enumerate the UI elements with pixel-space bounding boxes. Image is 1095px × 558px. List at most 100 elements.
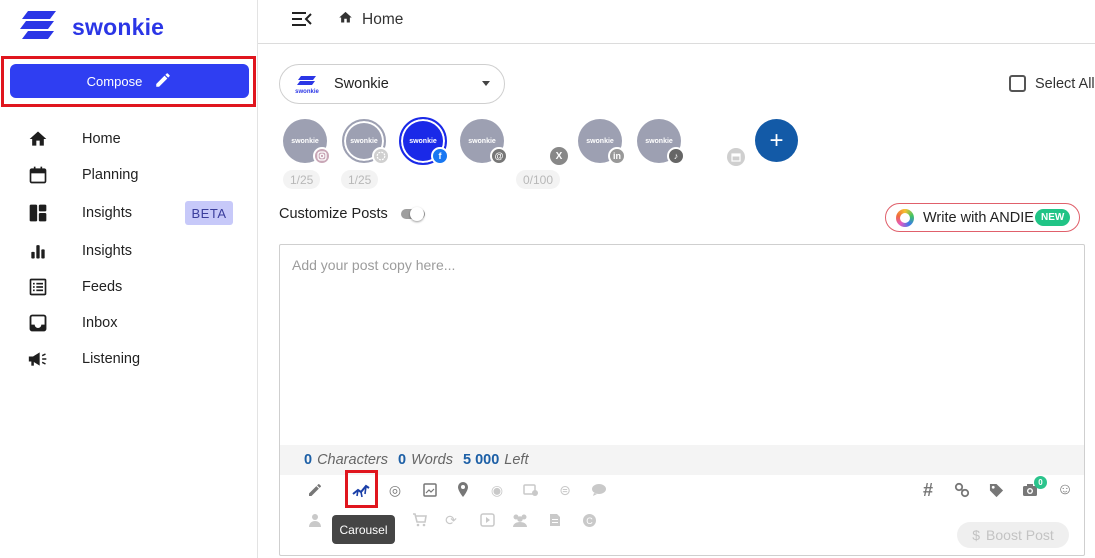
brand-selector-logo-text: swonkie — [295, 89, 319, 94]
video-icon[interactable] — [478, 511, 496, 529]
tiktok-icon: ♪ — [667, 147, 685, 165]
tag-icon[interactable] — [987, 481, 1005, 499]
account-avatar-linkedin[interactable]: swonkie in — [578, 119, 626, 165]
account-counter: 1/25 — [341, 170, 379, 189]
select-all-label: Select All — [1035, 75, 1095, 92]
user-icon[interactable] — [306, 511, 324, 529]
account-avatar-facebook[interactable]: swonkie f — [399, 117, 449, 165]
andie-ai-icon — [896, 209, 914, 227]
new-badge: NEW — [1035, 209, 1071, 226]
account-name: swonkie — [468, 137, 496, 145]
refresh-icon[interactable]: ⟳ — [442, 511, 460, 529]
brand-logo[interactable]: swonkie — [20, 10, 164, 45]
account-name: swonkie — [409, 137, 437, 145]
sidebar-item-label: Inbox — [82, 315, 118, 331]
characters-count: 0 — [304, 452, 313, 468]
words-count: 0 — [398, 452, 407, 468]
menu-collapse-icon[interactable] — [291, 10, 315, 30]
sidebar-item-label: Home — [82, 131, 121, 147]
words-label: Words — [411, 452, 453, 468]
globe-icon[interactable]: ⊜ — [556, 481, 574, 499]
top-bar: Home — [258, 0, 1095, 44]
facebook-icon: f — [431, 147, 449, 165]
svg-text:C: C — [586, 516, 593, 526]
calendar-icon — [27, 164, 49, 186]
account-name: swonkie — [645, 137, 673, 145]
customize-posts-label: Customize Posts — [279, 206, 388, 222]
story-icon — [372, 147, 390, 165]
characters-label: Characters — [317, 452, 388, 468]
boost-post-button[interactable]: $ Boost Post — [957, 522, 1069, 548]
post-editor: 0 Characters 0 Words 5 000 Left — [279, 244, 1085, 556]
post-copy-textarea[interactable] — [292, 257, 1072, 437]
sidebar-item-feeds[interactable]: Feeds — [0, 272, 257, 302]
account-counter: 1/25 — [283, 170, 321, 189]
andie-label: Write with ANDIE — [923, 209, 1034, 226]
chevron-down-icon — [482, 81, 490, 86]
x-icon[interactable]: X — [550, 147, 568, 165]
boost-post-label: Boost Post — [986, 527, 1054, 543]
account-name: swonkie — [291, 137, 319, 145]
group-icon[interactable] — [511, 511, 529, 529]
checkbox-icon — [1009, 75, 1026, 92]
account-avatar-threads[interactable]: swonkie @ — [460, 119, 508, 165]
brand-name: swonkie — [72, 14, 165, 40]
sidebar-item-planning[interactable]: Planning — [0, 160, 257, 190]
sidebar-item-home[interactable]: Home — [0, 124, 257, 154]
location-pin-icon[interactable] — [454, 481, 472, 499]
threads-icon: @ — [490, 147, 508, 165]
chars-left-label: Left — [504, 452, 529, 468]
edit-icon[interactable] — [306, 481, 324, 499]
emoji-icon[interactable]: ☺ — [1056, 481, 1074, 499]
customize-posts-toggle[interactable] — [401, 207, 425, 221]
chars-left-count: 5 000 — [462, 452, 500, 468]
image-gallery-icon[interactable] — [421, 481, 439, 499]
brand-selector[interactable]: swonkie Swonkie — [279, 64, 505, 104]
media-count-badge: 0 — [1034, 476, 1047, 489]
document-icon[interactable] — [546, 511, 564, 529]
add-account-button[interactable]: + — [755, 119, 798, 162]
sidebar: swonkie Compose Home Planning Insights B… — [0, 0, 258, 558]
dashboard-icon — [27, 202, 49, 224]
comment-icon[interactable] — [590, 481, 608, 499]
dollar-icon: $ — [972, 527, 981, 543]
shopping-cart-icon[interactable] — [410, 511, 428, 529]
fingerprint-icon[interactable]: ◉ — [488, 481, 506, 499]
sidebar-item-listening[interactable]: Listening — [0, 344, 257, 374]
home-icon — [338, 10, 353, 30]
swonkie-logo-icon — [20, 10, 58, 45]
sidebar-item-inbox[interactable]: Inbox — [0, 308, 257, 338]
swonkie-logo-icon: swonkie — [294, 76, 320, 99]
sidebar-item-label: Insights — [82, 243, 132, 259]
account-avatar-instagram-story[interactable]: swonkie — [342, 119, 390, 165]
select-all-checkbox[interactable]: Select All — [1009, 75, 1095, 92]
link-icon[interactable] — [953, 481, 971, 499]
sidebar-item-label: Insights — [82, 205, 132, 221]
inbox-icon — [27, 312, 49, 334]
sidebar-item-insights[interactable]: Insights — [0, 236, 257, 266]
account-name: swonkie — [350, 137, 378, 145]
write-with-andie-button[interactable]: Write with ANDIE NEW — [885, 203, 1080, 232]
breadcrumb[interactable]: Home — [338, 10, 403, 30]
linkedin-icon: in — [608, 147, 626, 165]
carousel-highlight-box — [345, 470, 378, 508]
sidebar-item-insights-beta[interactable]: Insights BETA — [0, 198, 257, 228]
pencil-icon — [154, 71, 172, 92]
account-name: swonkie — [586, 137, 614, 145]
breadcrumb-label: Home — [362, 11, 404, 28]
sidebar-item-label: Planning — [82, 167, 139, 183]
brand-selector-value: Swonkie — [334, 76, 389, 92]
megaphone-icon — [27, 348, 49, 370]
beta-badge: BETA — [185, 201, 233, 225]
copyright-icon[interactable]: C — [580, 511, 598, 529]
account-counter: 0/100 — [516, 170, 561, 189]
plus-icon: + — [769, 126, 784, 154]
target-icon[interactable]: ◎ — [386, 481, 404, 499]
text-stats-bar: 0 Characters 0 Words 5 000 Left — [280, 445, 1084, 475]
google-business-icon[interactable] — [727, 148, 745, 166]
account-avatar-tiktok[interactable]: swonkie ♪ — [637, 119, 685, 165]
hashtag-icon[interactable]: # — [919, 480, 937, 500]
account-avatar-instagram[interactable]: swonkie — [283, 119, 331, 165]
alt-text-icon[interactable] — [522, 481, 540, 499]
compose-button[interactable]: Compose — [10, 64, 249, 98]
